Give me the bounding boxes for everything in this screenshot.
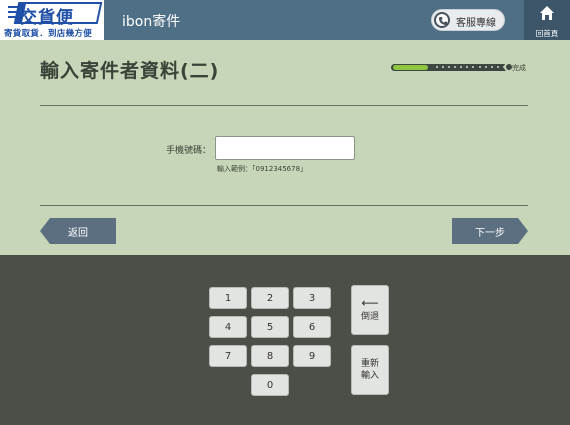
progress-dot	[484, 66, 487, 68]
key-0[interactable]: 0	[251, 374, 289, 396]
progress-dot	[448, 66, 451, 68]
key-1[interactable]: 1	[209, 287, 247, 309]
progress-dot	[454, 66, 457, 68]
next-step-button[interactable]: 下一步	[452, 218, 528, 244]
progress-dot	[490, 66, 493, 68]
progress-dots	[432, 66, 509, 69]
home-label: 回首頁	[535, 29, 559, 38]
progress-bar	[391, 64, 511, 71]
key-6[interactable]: 6	[293, 316, 331, 338]
app-title: ibon寄件	[122, 14, 181, 30]
logo-text: 交貨便	[20, 8, 74, 28]
progress-dot	[478, 66, 481, 68]
progress-dot	[496, 66, 499, 68]
key-4[interactable]: 4	[209, 316, 247, 338]
form-panel: 輸入寄件者資料(二) 完成 手機號碼： 輸入範例：「0912345678」 返回…	[0, 40, 570, 255]
brand-logo: 交貨便 寄貨取貨．到店幾方便	[0, 0, 104, 40]
backspace-key[interactable]: ⟵ 倒退	[351, 285, 389, 335]
divider-top	[40, 105, 528, 106]
home-icon	[539, 5, 555, 25]
phone-field-hint: 輸入範例：「0912345678」	[217, 165, 308, 173]
page-title: 輸入寄件者資料(二)	[40, 60, 220, 82]
hotline-label: 客服專線	[456, 18, 496, 29]
progress-dot	[460, 66, 463, 68]
divider-bottom	[40, 205, 528, 206]
progress-dot	[442, 66, 445, 68]
phone-field-label: 手機號碼：	[166, 146, 212, 156]
back-button[interactable]: 返回	[40, 218, 116, 244]
progress-fill	[393, 65, 428, 70]
customer-service-hotline-button[interactable]: 客服專線	[431, 9, 505, 31]
reset-label-line2: 輸入	[360, 371, 379, 381]
key-2[interactable]: 2	[251, 287, 289, 309]
logo-slogan: 寄貨取貨．到店幾方便	[4, 29, 93, 39]
key-5[interactable]: 5	[251, 316, 289, 338]
numeric-keypad: 1 2 3 4 5 6 7 8 9 0 ⟵ 倒退 重新 輸入	[0, 255, 570, 425]
phone-number-input[interactable]	[215, 136, 355, 160]
back-button-label: 返回	[68, 227, 88, 239]
key-7[interactable]: 7	[209, 345, 247, 367]
phone-icon	[434, 12, 450, 28]
progress-dot	[472, 66, 475, 68]
progress-label: 完成	[512, 64, 526, 72]
progress-dot	[436, 66, 439, 68]
key-8[interactable]: 8	[251, 345, 289, 367]
reset-input-key[interactable]: 重新 輸入	[351, 345, 389, 395]
top-bar: 交貨便 寄貨取貨．到店幾方便 ibon寄件 客服專線 回首頁	[0, 0, 570, 40]
backspace-label: 倒退	[360, 312, 379, 322]
key-9[interactable]: 9	[293, 345, 331, 367]
progress-dot	[466, 66, 469, 68]
reset-label-line1: 重新	[360, 359, 379, 369]
home-button[interactable]: 回首頁	[524, 0, 570, 40]
next-button-label: 下一步	[475, 227, 505, 239]
key-3[interactable]: 3	[293, 287, 331, 309]
arrow-left-icon: ⟵	[361, 296, 379, 310]
